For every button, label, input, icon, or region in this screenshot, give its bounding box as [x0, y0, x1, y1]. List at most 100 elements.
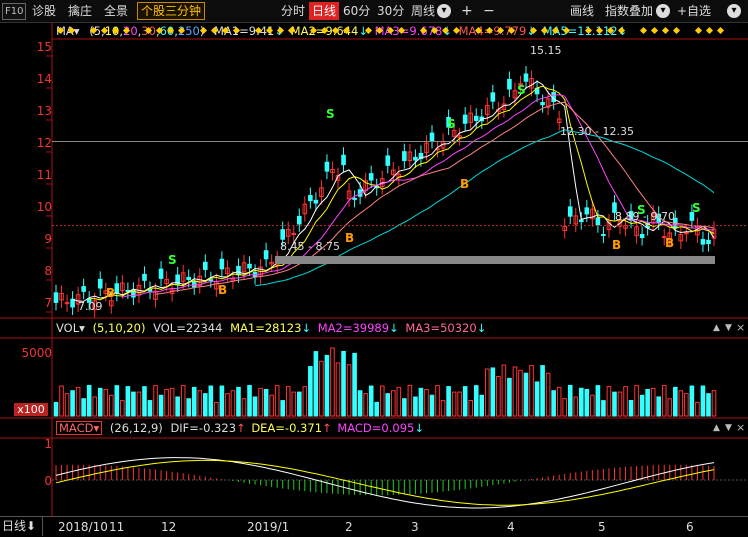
min60-tab[interactable]: 60分 [343, 2, 370, 20]
volume-bar [540, 365, 545, 417]
volume-bar [357, 390, 363, 417]
signal-diamond [540, 26, 549, 35]
f10-button[interactable]: F10 [2, 3, 27, 20]
volume-bar [379, 385, 385, 417]
volume-bar [241, 398, 247, 417]
period-selector[interactable]: 日线⬇ [0, 517, 43, 536]
signal-diamond [199, 26, 208, 35]
sell-signal: S [447, 117, 456, 131]
candle-body [706, 239, 711, 245]
volume-bar [678, 390, 684, 417]
panorama-button[interactable]: 全景 [104, 2, 128, 20]
volume-bar [650, 387, 656, 417]
volume-bar [285, 386, 291, 417]
candle-body [53, 292, 59, 303]
volume-bar [695, 401, 700, 417]
candle-body [114, 283, 120, 294]
download-icon: ⬇ [26, 519, 37, 533]
index-overlay-button[interactable]: 指数叠加 [605, 2, 653, 20]
volume-bar [92, 396, 98, 417]
volume-bar [108, 394, 114, 417]
volume-bar [308, 366, 313, 417]
signal-diamond [496, 26, 505, 35]
candle-body [158, 268, 164, 279]
volume-bar [346, 364, 352, 417]
weekly-tab[interactable]: 周线 [411, 2, 435, 20]
candle-body [219, 258, 225, 270]
kline-chart[interactable] [0, 22, 748, 516]
volume-bar [324, 354, 330, 417]
volume-bar [473, 385, 479, 417]
x-label: 11 [109, 520, 125, 534]
volume-bar [706, 393, 711, 417]
volume-bar [330, 347, 335, 417]
volume-bar [269, 394, 274, 417]
buy-signal: B [218, 283, 228, 297]
signal-diamond [276, 26, 285, 35]
candle-body [236, 265, 241, 276]
candle-body [473, 115, 479, 121]
index-overlay-dropdown-icon[interactable]: ▾ [656, 4, 670, 18]
sell-signal: S [692, 201, 701, 215]
add-watchlist-button[interactable]: +自选 [677, 2, 711, 20]
range-label-upper: 12.30 - 12.35 [560, 125, 634, 138]
macd-dif-line [55, 457, 715, 509]
volume-bar [230, 390, 236, 417]
volume-bar [584, 388, 590, 417]
volume-bar [567, 384, 573, 417]
volume-bar [120, 400, 125, 417]
stock-3min-button[interactable]: 个股三分钟 [137, 2, 206, 20]
signal-diamond [265, 26, 274, 35]
sell-signal: S [517, 83, 526, 97]
signal-diamond [386, 26, 395, 35]
pick-button[interactable]: 擒庄 [68, 2, 92, 20]
volume-bar [578, 387, 584, 417]
volume-bar [484, 368, 490, 417]
candle-body [208, 279, 214, 282]
signal-diamond [452, 26, 461, 35]
volume-bar [263, 388, 269, 417]
signal-diamond [430, 26, 439, 35]
candle-body [578, 219, 584, 223]
volume-bar [147, 400, 153, 417]
zoom-out-button[interactable]: − [483, 2, 495, 20]
watchlist-dropdown-icon[interactable]: ▾ [727, 4, 741, 18]
volume-bar [623, 386, 628, 417]
candle-body [639, 233, 645, 239]
min30-tab[interactable]: 30分 [377, 2, 404, 20]
volume-bar [252, 396, 258, 417]
diagnose-button[interactable]: 诊股 [32, 2, 56, 20]
volume-bar [247, 384, 252, 417]
volume-bar [435, 385, 440, 417]
candle-body [341, 154, 346, 166]
volume-bar [457, 391, 462, 417]
volume-bar [86, 384, 92, 417]
period-dropdown-icon[interactable]: ▾ [437, 4, 451, 18]
sell-signal: S [168, 253, 177, 267]
candle-body [601, 234, 606, 237]
volume-bar [258, 387, 263, 417]
volume-bar [523, 372, 529, 417]
volume-bar [214, 401, 219, 417]
signal-diamond [672, 26, 681, 35]
volume-bar [175, 396, 180, 417]
bottom-axis-bar: 日线⬇ 2018/10 11 12 2019/1 2 3 4 5 6 [0, 516, 748, 537]
signal-diamond [639, 26, 648, 35]
candle-body [147, 288, 153, 292]
daily-tab[interactable]: 日线 [309, 2, 340, 20]
volume-bar [291, 391, 297, 417]
volume-bar [429, 394, 435, 417]
timeshare-tab[interactable]: 分时 [281, 2, 305, 20]
volume-bar [590, 394, 595, 417]
volume-bar [64, 393, 70, 417]
volume-bar [374, 401, 380, 417]
volume-bar [59, 385, 64, 417]
candle-body [368, 173, 374, 181]
volume-bar [490, 367, 496, 417]
volume-bar [164, 388, 169, 417]
draw-line-button[interactable]: 画线 [570, 2, 594, 20]
candle-body [540, 102, 545, 106]
volume-bar [711, 390, 717, 417]
zoom-in-button[interactable]: + [461, 2, 473, 20]
candle-body [263, 250, 269, 260]
